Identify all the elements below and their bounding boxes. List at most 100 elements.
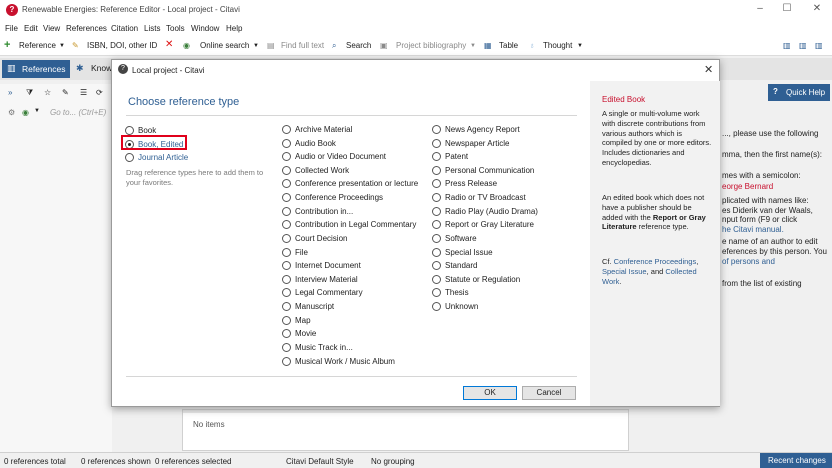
quick-help-button[interactable]: ? Quick Help: [768, 84, 830, 101]
radio-button[interactable]: [282, 220, 291, 230]
radio-button[interactable]: [432, 138, 441, 148]
tab-references[interactable]: ▥ References: [2, 60, 70, 78]
help-text-line: eorge Bernard: [722, 182, 774, 191]
radio-button[interactable]: [282, 233, 291, 243]
layout-center-icon[interactable]: ▥: [799, 41, 807, 50]
conference-proceedings-link[interactable]: Conference Proceedings: [614, 257, 697, 266]
radio-button[interactable]: [282, 356, 291, 366]
radio-button[interactable]: [282, 288, 291, 298]
settings-icon[interactable]: ⚙: [8, 108, 15, 117]
layout-left-icon[interactable]: ▥: [783, 41, 791, 50]
menu-window[interactable]: Window: [191, 24, 219, 33]
reference-type-label: File: [295, 247, 308, 257]
status-shown: 0 references shown: [81, 457, 151, 466]
radio-button[interactable]: [282, 274, 291, 284]
radio-button[interactable]: [432, 247, 441, 257]
table-icon: ▦: [484, 41, 492, 50]
thought-button[interactable]: Thought: [543, 41, 572, 50]
chevron-down-icon[interactable]: ▼: [253, 43, 259, 49]
layout-right-icon[interactable]: ▥: [815, 41, 823, 50]
close-window-button[interactable]: ✕: [809, 3, 825, 14]
reference-type-label: Musical Work / Music Album: [295, 356, 395, 366]
radio-button[interactable]: [432, 274, 441, 284]
star-icon[interactable]: ☆: [44, 88, 51, 97]
radio-button[interactable]: [432, 152, 441, 162]
delete-icon[interactable]: ✕: [165, 39, 173, 50]
persons-link[interactable]: of persons and: [722, 257, 775, 266]
radio-button[interactable]: [432, 220, 441, 230]
radio-button[interactable]: [282, 206, 291, 216]
globe-icon[interactable]: ◉: [22, 108, 29, 117]
reference-type-label: Audio or Video Document: [295, 152, 387, 162]
new-reference-button[interactable]: Reference: [19, 41, 56, 50]
isbn-import-button[interactable]: ISBN, DOI, other ID: [87, 41, 157, 50]
radio-button[interactable]: [432, 288, 441, 298]
tab-knowledge[interactable]: Know: [91, 63, 112, 73]
wand-icon: ✎: [72, 41, 79, 50]
radio-button[interactable]: [432, 125, 441, 134]
radio-button[interactable]: [282, 342, 291, 352]
chevron-down-icon[interactable]: ▼: [34, 108, 40, 114]
goto-search-input[interactable]: Go to... (Ctrl+E): [50, 108, 106, 117]
radio-button[interactable]: [282, 179, 291, 189]
refresh-icon[interactable]: ⟳: [96, 88, 103, 97]
radio-button[interactable]: [282, 138, 291, 148]
maximize-button[interactable]: ☐: [779, 3, 795, 14]
cancel-button[interactable]: Cancel: [522, 386, 576, 400]
menu-lists[interactable]: Lists: [144, 24, 160, 33]
grouping-status[interactable]: No grouping: [371, 457, 415, 466]
search-button[interactable]: Search: [346, 41, 371, 50]
menu-references[interactable]: References: [66, 24, 107, 33]
radio-button[interactable]: [282, 302, 291, 312]
radio-button[interactable]: [432, 165, 441, 175]
list-icon[interactable]: ☰: [80, 88, 87, 97]
expand-icon[interactable]: »: [8, 88, 12, 97]
ok-button[interactable]: OK: [463, 386, 517, 400]
reference-type-label: Collected Work: [295, 165, 350, 175]
radio-button[interactable]: [432, 233, 441, 243]
radio-button[interactable]: [432, 193, 441, 203]
menu-file[interactable]: File: [5, 24, 18, 33]
dialog-title: Local project - Citavi: [132, 66, 205, 75]
radio-button[interactable]: [432, 179, 441, 189]
online-search-button[interactable]: Online search: [200, 41, 249, 50]
project-bibliography-button[interactable]: Project bibliography: [396, 41, 466, 50]
help-text-line: nput form (F9 or click: [722, 215, 798, 224]
radio-button[interactable]: [432, 206, 441, 216]
radio-button[interactable]: [282, 329, 291, 339]
radio-button[interactable]: [125, 126, 134, 135]
menu-citation[interactable]: Citation: [111, 24, 138, 33]
citavi-manual-link[interactable]: he Citavi manual.: [722, 225, 784, 234]
special-issue-link[interactable]: Special Issue: [602, 267, 647, 276]
chevron-down-icon[interactable]: ▼: [577, 43, 583, 49]
radio-button[interactable]: [125, 153, 134, 162]
recent-changes-button[interactable]: Recent changes: [760, 453, 832, 468]
radio-button[interactable]: [432, 302, 441, 312]
radio-button[interactable]: [282, 247, 291, 257]
menu-edit[interactable]: Edit: [24, 24, 38, 33]
reference-type-label: Court Decision: [295, 233, 348, 243]
radio-button[interactable]: [282, 261, 291, 271]
menu-tools[interactable]: Tools: [166, 24, 185, 33]
chevron-down-icon[interactable]: ▼: [470, 43, 476, 49]
radio-button[interactable]: [282, 152, 291, 162]
reference-type-label: Archive Material: [295, 125, 353, 134]
chevron-down-icon[interactable]: ▼: [59, 43, 65, 49]
radio-button[interactable]: [282, 315, 291, 325]
radio-button[interactable]: [282, 165, 291, 175]
search-icon: ⌕: [332, 41, 337, 50]
radio-button[interactable]: [432, 261, 441, 271]
radio-button[interactable]: [282, 125, 291, 134]
dialog-close-button[interactable]: ✕: [704, 63, 713, 76]
find-full-text-button[interactable]: Find full text: [281, 41, 324, 50]
menu-help[interactable]: Help: [226, 24, 242, 33]
divider: [126, 115, 577, 116]
menu-view[interactable]: View: [43, 24, 60, 33]
title-bar: ? Renewable Energies: Reference Editor -…: [0, 0, 832, 20]
table-button[interactable]: Table: [499, 41, 518, 50]
radio-button[interactable]: [282, 193, 291, 203]
pen-icon[interactable]: ✎: [62, 88, 69, 97]
filter-icon[interactable]: ⧩: [26, 88, 33, 98]
minimize-button[interactable]: –: [752, 3, 768, 14]
citation-style[interactable]: Citavi Default Style: [286, 457, 354, 466]
